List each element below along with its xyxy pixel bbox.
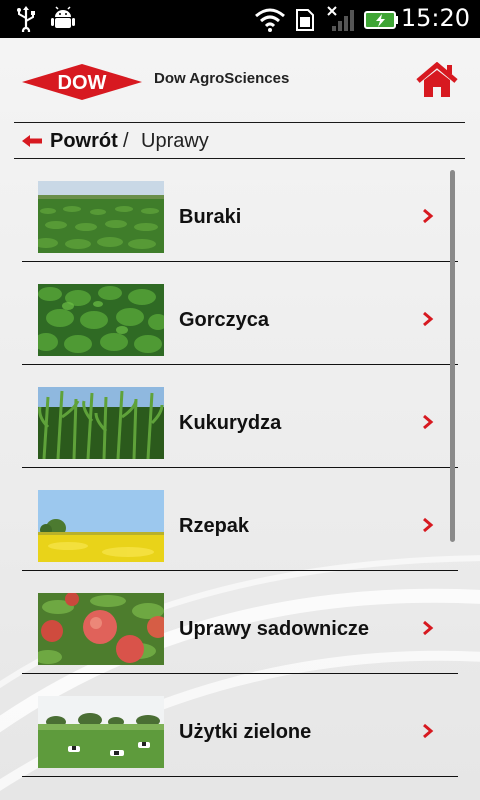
no-signal-icon <box>327 6 354 31</box>
chevron-right-icon <box>423 723 434 739</box>
pasture-thumbnail <box>38 696 164 768</box>
chevron-right-icon <box>423 620 434 636</box>
wifi-icon <box>255 8 285 32</box>
list-item-label: Użytki zielone <box>179 721 312 743</box>
list-item-label: Buraki <box>179 206 242 228</box>
list-item-label: Gorczyca <box>179 309 270 331</box>
list-item-rzepak[interactable]: Rzepak <box>22 468 458 571</box>
android-debug-icon <box>51 6 75 28</box>
list-item-kukurydza[interactable]: Kukurydza <box>22 365 458 468</box>
clock: 15:20 <box>400 4 470 32</box>
apples-thumbnail <box>38 593 164 665</box>
list-item-label: Kukurydza <box>179 412 282 434</box>
home-icon[interactable] <box>414 62 460 100</box>
crop-list: Buraki Gorczyca Kukurydza Rzepak Uprawy … <box>0 159 480 800</box>
breadcrumb-separator: / <box>123 130 129 152</box>
rapeseed-thumbnail <box>38 490 164 562</box>
breadcrumb-current: Uprawy <box>141 130 209 152</box>
status-bar: 15:20 <box>0 0 480 38</box>
app-screen: DOW Dow AgroSciences Powrót / Uprawy Bur… <box>0 38 480 800</box>
list-item-uprawy-sadownicze[interactable]: Uprawy sadownicze <box>22 571 458 674</box>
list-item-uzytki-zielone[interactable]: Użytki zielone <box>22 674 458 777</box>
sim-card-icon <box>296 9 314 31</box>
usb-icon <box>17 6 35 32</box>
breadcrumb: Powrót / Uprawy <box>0 122 480 158</box>
dow-logo: DOW <box>22 64 142 100</box>
corn-thumbnail <box>38 387 164 459</box>
battery-charging-icon <box>364 11 398 29</box>
brand-name: Dow AgroSciences <box>154 70 290 87</box>
chevron-right-icon <box>423 311 434 327</box>
mustard-thumbnail <box>38 284 164 356</box>
list-item-gorczyca[interactable]: Gorczyca <box>22 262 458 365</box>
list-item-buraki[interactable]: Buraki <box>22 159 458 262</box>
back-arrow-icon[interactable] <box>22 135 42 147</box>
chevron-right-icon <box>423 208 434 224</box>
chevron-right-icon <box>423 517 434 533</box>
sugar-beet-thumbnail <box>38 181 164 253</box>
scrollbar-thumb[interactable] <box>450 170 455 542</box>
back-link[interactable]: Powrót <box>50 130 118 153</box>
chevron-right-icon <box>423 414 434 430</box>
dow-logo-text: DOW <box>58 72 107 94</box>
app-header: DOW Dow AgroSciences <box>0 38 480 122</box>
list-item-label: Rzepak <box>179 515 250 537</box>
list-item-label: Uprawy sadownicze <box>179 618 370 640</box>
